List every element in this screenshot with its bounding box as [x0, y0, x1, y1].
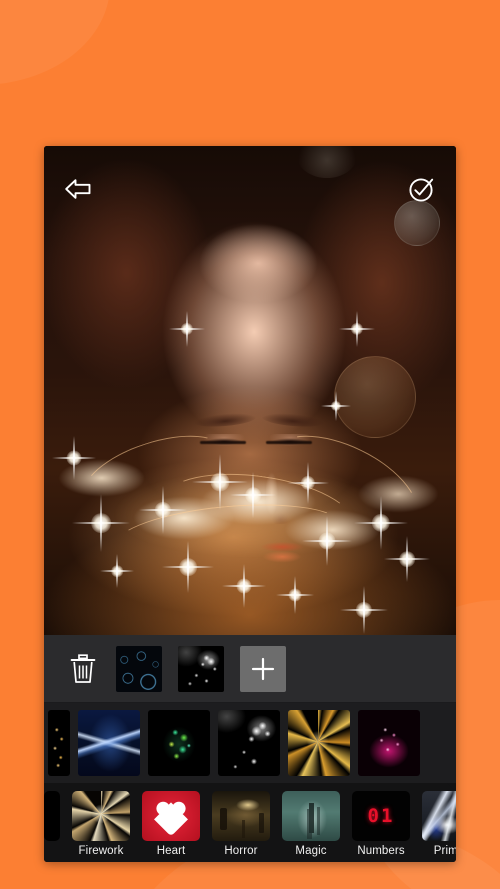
- category-label: Heart: [156, 845, 186, 857]
- heart-icon: [154, 800, 188, 831]
- check-circle-icon: [409, 178, 434, 202]
- confirm-button[interactable]: [402, 169, 442, 209]
- category-item-numbers[interactable]: 01 Numbers: [352, 791, 410, 857]
- layers-toolbar: [44, 635, 456, 703]
- trash-icon: [70, 653, 96, 683]
- category-item-primer[interactable]: Primer: [422, 791, 456, 857]
- category-label: Primer: [433, 845, 456, 857]
- plus-icon: [251, 657, 275, 680]
- back-button[interactable]: [58, 169, 98, 209]
- effect-thumbnail[interactable]: [218, 710, 280, 776]
- app-panel: Firework Heart Horror Magic 01 Numbers P…: [44, 146, 456, 862]
- arrow-left-icon: [65, 179, 91, 199]
- category-thumbnail-heart: [142, 791, 200, 841]
- category-thumbnail-magic: [282, 791, 340, 841]
- effect-thumbnail[interactable]: [148, 710, 210, 776]
- layer-thumbnail[interactable]: [116, 645, 162, 692]
- category-thumbnail-numbers: 01: [352, 791, 410, 841]
- category-item-horror[interactable]: Horror: [212, 791, 270, 857]
- delete-layer-button[interactable]: [66, 650, 100, 688]
- category-item-heart[interactable]: Heart: [142, 791, 200, 857]
- effects-thumbnail-strip[interactable]: [44, 703, 456, 783]
- led-digits: 01: [367, 805, 395, 827]
- effect-thumbnail[interactable]: [78, 710, 140, 776]
- category-thumbnail-horror: [212, 791, 270, 841]
- effect-thumbnail[interactable]: [48, 710, 70, 776]
- photo-canvas[interactable]: [44, 146, 456, 635]
- effect-thumbnail[interactable]: [288, 710, 350, 776]
- background-arc-top-left: [0, 0, 110, 85]
- layer-thumbnail[interactable]: [178, 645, 224, 692]
- category-label: Firework: [78, 845, 124, 857]
- effect-thumbnail[interactable]: [358, 710, 420, 776]
- category-label: Horror: [224, 845, 258, 857]
- category-thumbnail: [44, 791, 60, 841]
- add-layer-button[interactable]: [240, 645, 286, 692]
- category-thumbnail-primer: [422, 791, 456, 841]
- category-label: Numbers: [357, 845, 405, 857]
- category-item[interactable]: [44, 791, 60, 841]
- category-item-firework[interactable]: Firework: [72, 791, 130, 857]
- category-strip[interactable]: Firework Heart Horror Magic 01 Numbers P…: [44, 783, 456, 862]
- category-item-magic[interactable]: Magic: [282, 791, 340, 857]
- category-thumbnail-firework: [72, 791, 130, 841]
- selected-category-caret: [447, 783, 456, 790]
- category-label: Magic: [295, 845, 327, 857]
